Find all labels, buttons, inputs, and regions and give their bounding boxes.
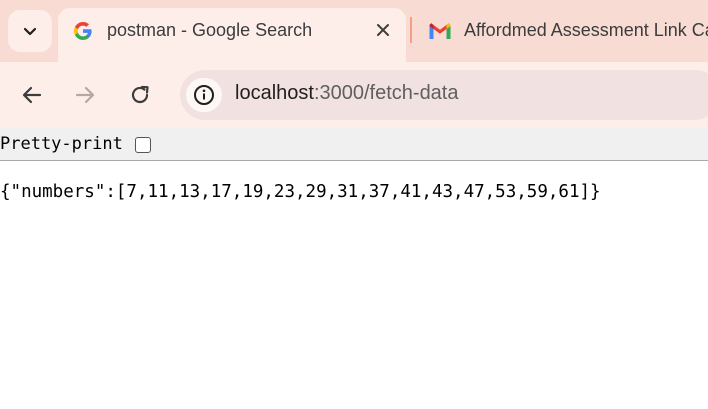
pretty-print-checkbox[interactable]: [135, 137, 151, 153]
gmail-m-icon: [429, 23, 451, 39]
google-g-icon: [74, 22, 92, 40]
url-path: :3000/fetch-data: [313, 82, 459, 104]
tab-title[interactable]: Affordmed Assessment Link Ca: [464, 20, 708, 41]
url-text[interactable]: localhost:3000/fetch-data: [235, 82, 459, 105]
tab-separator: [410, 17, 412, 43]
forward-button[interactable]: [68, 78, 102, 112]
tab-close-button[interactable]: [371, 18, 395, 42]
reload-button[interactable]: [123, 78, 157, 112]
back-button[interactable]: [15, 78, 49, 112]
close-icon: [377, 24, 389, 36]
back-arrow-icon: [22, 86, 42, 104]
tab-title: postman - Google Search: [107, 20, 313, 40]
tab-search-button[interactable]: [8, 10, 52, 52]
chevron-down-icon: [23, 27, 37, 36]
pretty-print-label: Pretty-print: [0, 134, 123, 154]
info-icon: [194, 85, 214, 105]
forward-arrow-icon: [75, 86, 95, 104]
reload-icon: [131, 85, 149, 104]
url-host: localhost: [235, 82, 314, 104]
json-content: {"numbers":[7,11,13,17,19,23,29,31,37,41…: [0, 182, 601, 202]
site-info-button[interactable]: [186, 78, 222, 112]
